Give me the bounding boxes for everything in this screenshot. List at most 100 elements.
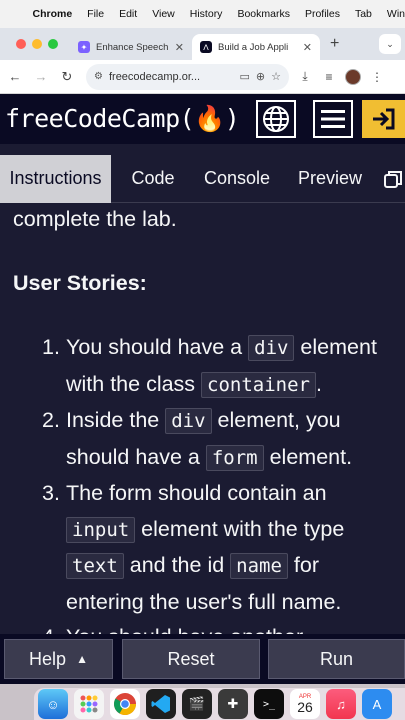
close-tab-icon[interactable]: ✕ bbox=[175, 41, 184, 54]
menu-history[interactable]: History bbox=[190, 8, 223, 20]
address-bar[interactable]: ⚙ freecodecamp.or... ▭ ⊕ ☆ bbox=[86, 63, 289, 90]
sign-in-icon bbox=[372, 108, 394, 130]
launchpad-icon[interactable] bbox=[74, 689, 104, 719]
back-arrow-icon[interactable]: ← bbox=[4, 69, 26, 84]
story-text: You should have another bbox=[66, 625, 303, 634]
code-snippet: input bbox=[66, 516, 136, 543]
media-queue-icon[interactable]: ≡ bbox=[321, 70, 337, 84]
list-number: 2. bbox=[42, 408, 60, 432]
browser-tab-strip: ✦ Enhance Speech ✕ ᐱ Build a Job Appli ✕… bbox=[0, 28, 405, 60]
freecodecamp-logo[interactable]: freeCodeCamp(🔥) bbox=[5, 104, 240, 134]
menu-file[interactable]: File bbox=[87, 8, 104, 20]
url-text: freecodecamp.or... bbox=[108, 70, 201, 83]
code-snippet: name bbox=[230, 553, 288, 579]
user-stories-heading: User Stories: bbox=[13, 271, 147, 295]
user-stories-list: 1. You should have a div element with th… bbox=[0, 330, 405, 634]
list-item: 3. The form should contain an input elem… bbox=[0, 476, 405, 620]
macos-dock: ☺ 🎬 ✚ >_ APR 26 ♫ A bbox=[34, 688, 405, 720]
tab-search-chevron-icon[interactable]: ⌄ bbox=[379, 34, 401, 54]
list-item: 4. You should have another bbox=[0, 620, 405, 634]
story-text: You should have a bbox=[66, 335, 249, 359]
tab-preview[interactable]: Preview bbox=[279, 155, 381, 203]
freecodecamp-favicon-icon: ᐱ bbox=[200, 41, 212, 53]
calendar-icon[interactable]: APR 26 bbox=[290, 689, 320, 719]
chrome-icon[interactable] bbox=[110, 689, 140, 719]
new-tab-button[interactable]: + bbox=[330, 35, 339, 53]
download-icon[interactable]: ⤓ bbox=[297, 69, 313, 84]
menu-tab[interactable]: Tab bbox=[355, 8, 372, 20]
story-text: and the id bbox=[123, 553, 231, 577]
browser-tab-job-application[interactable]: ᐱ Build a Job Appli ✕ bbox=[192, 34, 320, 60]
close-window-button[interactable] bbox=[16, 39, 26, 49]
action-bar: Help ▲ Reset Run bbox=[0, 634, 405, 684]
tab-title: Build a Job Appli bbox=[218, 41, 289, 53]
fcc-navbar: freeCodeCamp(🔥) bbox=[0, 94, 405, 144]
list-item: 1. You should have a div element with th… bbox=[0, 330, 405, 403]
list-number: 1. bbox=[42, 335, 60, 359]
minimize-window-button[interactable] bbox=[32, 39, 42, 49]
zoom-window-button[interactable] bbox=[48, 39, 58, 49]
sign-in-button[interactable] bbox=[362, 100, 405, 138]
instructions-lead-text: complete the lab. bbox=[13, 207, 177, 231]
tab-instructions[interactable]: Instructions bbox=[0, 154, 111, 203]
help-label: Help bbox=[29, 648, 67, 669]
close-tab-icon[interactable]: ✕ bbox=[303, 41, 312, 54]
macos-menu-bar: Chrome File Edit View History Bookmarks … bbox=[0, 0, 405, 28]
external-window-icon bbox=[384, 170, 402, 188]
list-item: 2. Inside the div element, you should ha… bbox=[0, 403, 405, 476]
final-cut-icon[interactable]: 🎬 bbox=[182, 689, 212, 719]
bookmark-star-icon[interactable]: ☆ bbox=[271, 70, 281, 83]
tab-code[interactable]: Code bbox=[111, 155, 195, 203]
zoom-icon[interactable]: ⊕ bbox=[256, 70, 265, 83]
screen: Chrome File Edit View History Bookmarks … bbox=[0, 0, 405, 720]
menu-profiles[interactable]: Profiles bbox=[305, 8, 340, 20]
editor-tab-bar: Instructions Code Console Preview bbox=[0, 154, 405, 203]
menu-app-name[interactable]: Chrome bbox=[32, 8, 72, 20]
code-snippet: text bbox=[66, 553, 124, 579]
enhance-speech-favicon-icon: ✦ bbox=[78, 41, 90, 53]
language-globe-button[interactable] bbox=[256, 100, 296, 138]
profile-avatar[interactable] bbox=[345, 68, 361, 85]
code-snippet: form bbox=[205, 444, 264, 471]
tab-title: Enhance Speech bbox=[96, 41, 169, 53]
code-snippet: div bbox=[165, 408, 212, 434]
globe-icon bbox=[263, 106, 289, 132]
run-button[interactable]: Run bbox=[268, 639, 405, 679]
story-text: The form should contain an bbox=[66, 481, 327, 505]
open-preview-window-button[interactable] bbox=[381, 155, 405, 203]
menu-view[interactable]: View bbox=[152, 8, 175, 20]
forward-arrow-icon[interactable]: → bbox=[30, 69, 52, 84]
browser-tab-enhance-speech[interactable]: ✦ Enhance Speech ✕ bbox=[70, 34, 192, 60]
menu-button[interactable] bbox=[313, 100, 353, 138]
more-menu-icon[interactable]: ⋮ bbox=[369, 70, 385, 84]
nav-spacer bbox=[0, 144, 405, 155]
menu-window[interactable]: Win bbox=[387, 8, 405, 20]
instructions-panel: complete the lab. User Stories: 1. You s… bbox=[0, 203, 405, 634]
reset-button[interactable]: Reset bbox=[122, 639, 260, 679]
caret-up-icon: ▲ bbox=[76, 652, 88, 666]
code-snippet: container bbox=[201, 371, 316, 398]
list-number: 4. bbox=[42, 620, 60, 634]
calendar-day: 26 bbox=[297, 699, 313, 715]
app-store-icon[interactable]: A bbox=[362, 689, 392, 719]
story-text: Inside the bbox=[66, 408, 166, 432]
cast-icon[interactable]: ▭ bbox=[240, 70, 250, 83]
reload-icon[interactable]: ↻ bbox=[56, 69, 78, 85]
story-text: element with the type bbox=[135, 516, 345, 541]
browser-toolbar: ← → ↻ ⚙ freecodecamp.or... ▭ ⊕ ☆ ⤓ ≡ ⋮ bbox=[0, 60, 405, 94]
list-number: 3. bbox=[42, 481, 60, 505]
story-text: element. bbox=[263, 444, 353, 469]
hamburger-menu-icon bbox=[321, 110, 345, 128]
terminal-icon[interactable]: >_ bbox=[254, 689, 284, 719]
vscode-icon[interactable] bbox=[146, 689, 176, 719]
window-controls bbox=[16, 39, 58, 49]
menu-edit[interactable]: Edit bbox=[119, 8, 137, 20]
story-text: . bbox=[315, 371, 322, 396]
menu-bookmarks[interactable]: Bookmarks bbox=[237, 8, 290, 20]
site-info-icon[interactable]: ⚙ bbox=[94, 71, 103, 82]
music-icon[interactable]: ♫ bbox=[326, 689, 356, 719]
tab-console[interactable]: Console bbox=[195, 155, 279, 203]
finder-icon[interactable]: ☺ bbox=[38, 689, 68, 719]
color-app-icon[interactable]: ✚ bbox=[218, 689, 248, 719]
help-button[interactable]: Help ▲ bbox=[4, 639, 113, 679]
